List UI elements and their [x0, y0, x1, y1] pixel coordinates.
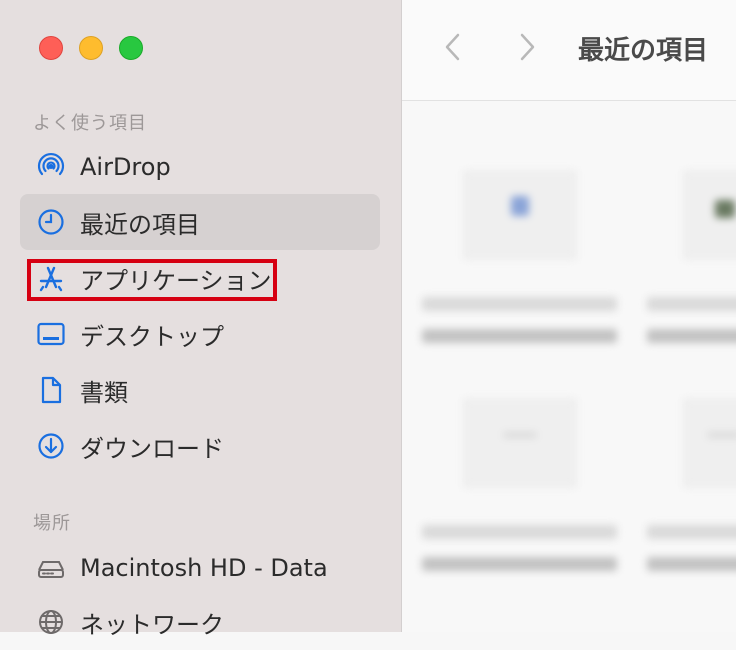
sidebar-item-downloads[interactable]: ダウンロード	[20, 418, 380, 474]
sidebar-item-airdrop[interactable]: AirDrop	[20, 139, 380, 195]
sidebar-item-label: デスクトップ	[80, 322, 224, 351]
chevron-left-icon	[445, 33, 460, 61]
chevron-right-icon	[520, 33, 535, 61]
zoom-window-button[interactable]	[119, 36, 143, 60]
sidebar-item-label: AirDrop	[80, 153, 171, 181]
file-grid	[402, 101, 736, 632]
sidebar-item-desktop[interactable]: デスクトップ	[20, 306, 380, 362]
sidebar-item-documents[interactable]: 書類	[20, 362, 380, 418]
download-icon	[36, 431, 66, 461]
file-date	[647, 557, 736, 571]
sidebar-item-network[interactable]: ネットワーク	[20, 594, 380, 650]
file-name	[647, 297, 736, 311]
sidebar-item-label: 最近の項目	[80, 210, 200, 239]
file-name	[422, 297, 617, 311]
sidebar-item-recents[interactable]: 最近の項目	[20, 194, 380, 250]
window-title: 最近の項目	[578, 36, 709, 66]
favorites-header: よく使う項目	[33, 113, 147, 134]
sidebar-item-label: ネットワーク	[80, 610, 224, 639]
sidebar-item-macintosh-hd[interactable]: Macintosh HD - Data	[20, 540, 380, 596]
disk-icon	[36, 553, 66, 583]
network-icon	[36, 607, 66, 637]
sidebar-item-label: 書類	[80, 378, 128, 407]
window-controls	[39, 36, 143, 60]
desktop-icon	[36, 319, 66, 349]
highlight-box	[27, 259, 277, 301]
minimize-window-button[interactable]	[79, 36, 103, 60]
file-thumbnail[interactable]	[464, 171, 576, 259]
file-thumbnail[interactable]	[464, 399, 576, 487]
forward-button[interactable]	[514, 30, 540, 64]
locations-header: 場所	[33, 513, 71, 534]
file-name	[422, 525, 617, 539]
sidebar-item-label: Macintosh HD - Data	[80, 554, 328, 582]
file-thumbnail[interactable]	[684, 171, 736, 259]
file-date	[422, 557, 617, 571]
sidebar-item-label: ダウンロード	[80, 434, 224, 463]
sidebar: よく使う項目 AirDrop 最近の項目 アプリケーション デスクトップ 書類 …	[0, 0, 402, 639]
back-button[interactable]	[440, 30, 466, 64]
airdrop-icon	[36, 152, 66, 182]
file-date	[647, 329, 736, 343]
file-thumbnail[interactable]	[684, 399, 736, 487]
document-icon	[36, 375, 66, 405]
file-name	[647, 525, 736, 539]
file-date	[422, 329, 617, 343]
close-window-button[interactable]	[39, 36, 63, 60]
clock-icon	[36, 207, 66, 237]
